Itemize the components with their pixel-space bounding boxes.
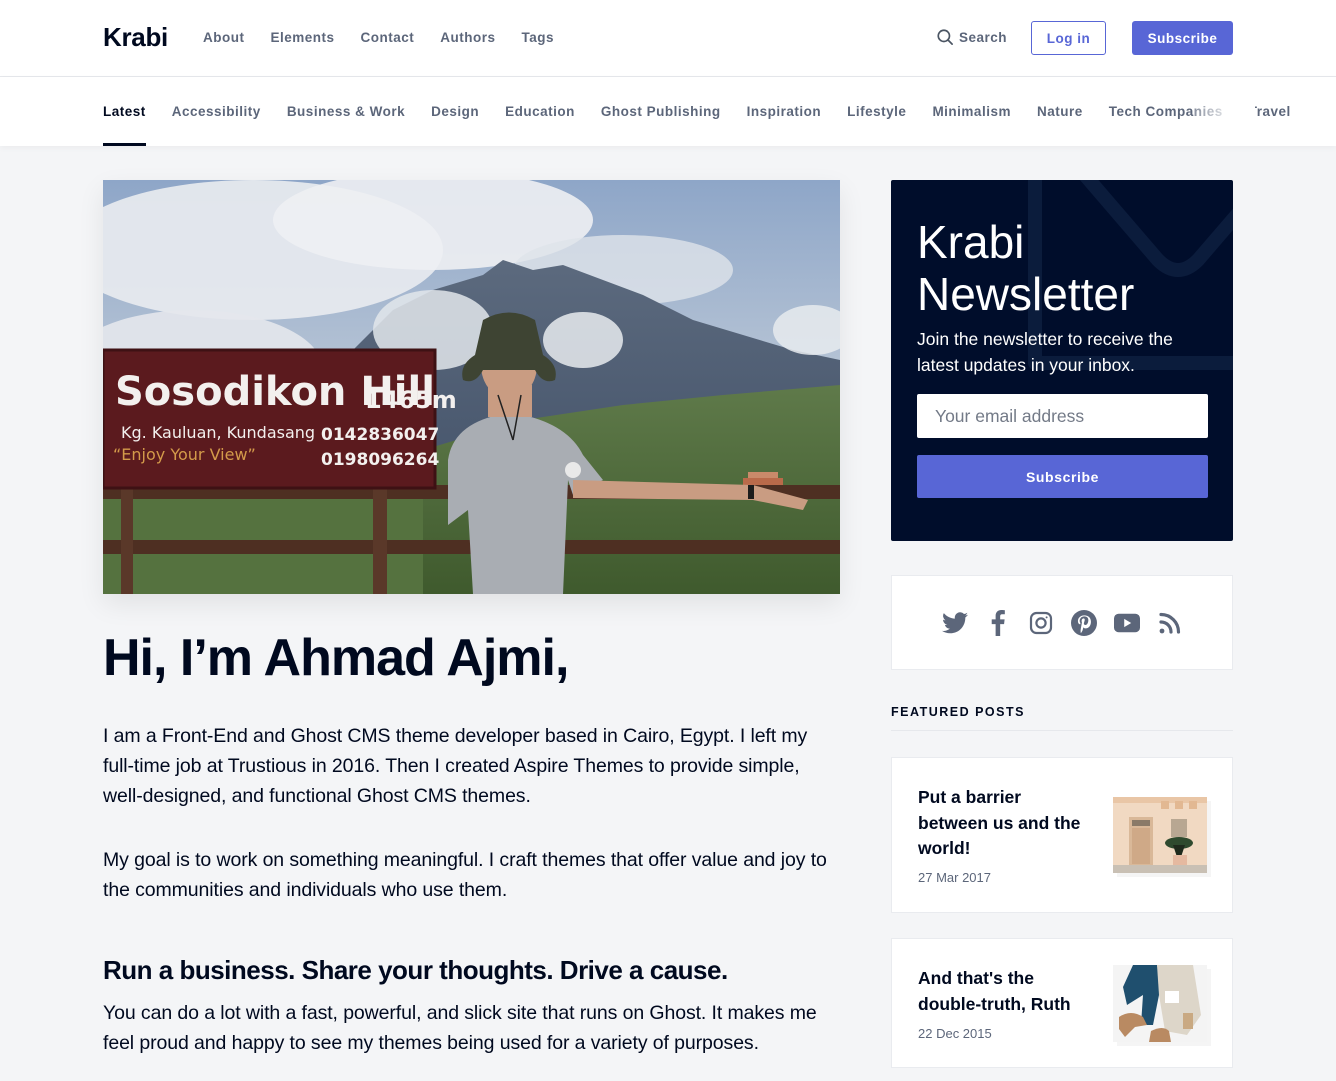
tag-ghost-publishing[interactable]: Ghost Publishing	[601, 77, 721, 146]
facebook-link[interactable]	[985, 609, 1011, 636]
tag-scroll-fade	[1195, 77, 1255, 146]
email-input[interactable]	[917, 394, 1208, 438]
nav-contact[interactable]: Contact	[361, 30, 415, 45]
tag-design[interactable]: Design	[431, 77, 479, 146]
sign-slogan: “Enjoy Your View”	[113, 445, 256, 464]
newsletter-subscribe-button[interactable]: Subscribe	[917, 455, 1208, 498]
search-button[interactable]: Search	[936, 28, 1007, 46]
tag-bar: Latest Accessibility Business & Work Des…	[0, 77, 1336, 146]
newsletter-widget: Krabi Newsletter Join the newsletter to r…	[891, 180, 1233, 541]
tag-list[interactable]: Latest Accessibility Business & Work Des…	[103, 77, 1317, 146]
featured-post-title[interactable]: Put a barrier between us and the world!	[918, 785, 1093, 862]
section-heading: Run a business. Share your thoughts. Dri…	[103, 955, 728, 985]
nav-about[interactable]: About	[203, 30, 244, 45]
hero-image: Sosodikon Hill 1465m Kg. Kauluan, Kundas…	[103, 180, 840, 594]
pinterest-icon	[1070, 609, 1097, 636]
featured-post-card[interactable]: Put a barrier between us and the world! …	[891, 757, 1233, 913]
tag-travel[interactable]: Travel	[1249, 77, 1291, 146]
sign-phone-1: 0142836047	[321, 425, 439, 445]
newsletter-title-line: Krabi	[917, 216, 1025, 268]
featured-post-thumbnail[interactable]	[1113, 965, 1207, 1042]
instagram-link[interactable]	[1028, 610, 1054, 636]
tag-lifestyle[interactable]: Lifestyle	[847, 77, 906, 146]
tag-inspiration[interactable]: Inspiration	[747, 77, 822, 146]
pinterest-link[interactable]	[1070, 609, 1097, 636]
site-logo[interactable]: Krabi	[103, 22, 168, 53]
featured-divider	[891, 730, 1233, 731]
nav-tags[interactable]: Tags	[522, 30, 555, 45]
sign-elevation: 1465m	[365, 386, 457, 414]
tag-accessibility[interactable]: Accessibility	[172, 77, 261, 146]
house-door-image	[1113, 797, 1207, 873]
twitter-icon	[941, 611, 968, 633]
hero-photo: Sosodikon Hill 1465m Kg. Kauluan, Kundas…	[103, 180, 840, 594]
featured-post-date: 27 Mar 2017	[918, 870, 991, 885]
main-nav: About Elements Contact Authors Tags	[203, 30, 580, 45]
intro-paragraph: I am a Front-End and Ghost CMS theme dev…	[103, 725, 808, 807]
rss-icon	[1158, 612, 1180, 634]
ghost-paragraph: You can do a lot with a fast, powerful, …	[103, 1002, 817, 1054]
featured-post-date: 22 Dec 2015	[918, 1026, 992, 1041]
tag-education[interactable]: Education	[505, 77, 575, 146]
tag-latest[interactable]: Latest	[103, 77, 146, 146]
nav-elements[interactable]: Elements	[270, 30, 334, 45]
newsletter-description: Join the newsletter to receive the lates…	[917, 329, 1173, 375]
newsletter-title-line: Newsletter	[917, 268, 1135, 320]
instagram-icon	[1029, 611, 1052, 634]
twitter-link[interactable]	[941, 610, 968, 636]
youtube-icon	[1113, 613, 1140, 632]
featured-post-thumbnail[interactable]	[1113, 797, 1207, 873]
tag-business-work[interactable]: Business & Work	[287, 77, 405, 146]
featured-post-card[interactable]: And that's the double-truth, Ruth 22 Dec…	[891, 938, 1233, 1068]
clothes-flatlay-image	[1113, 965, 1207, 1042]
tag-minimalism[interactable]: Minimalism	[932, 77, 1011, 146]
sign-phone-2: 0198096264	[321, 450, 439, 470]
search-label: Search	[959, 29, 1008, 45]
page-title: Hi, I’m Ahmad Ajmi,	[103, 629, 569, 687]
sign-location: Kg. Kauluan, Kundasang	[121, 423, 315, 442]
featured-post-title[interactable]: And that's the double-truth, Ruth	[918, 966, 1093, 1017]
newsletter-title: Krabi Newsletter	[917, 216, 1134, 320]
login-button[interactable]: Log in	[1031, 21, 1106, 55]
social-links	[891, 575, 1233, 670]
goal-paragraph: My goal is to work on something meaningf…	[103, 849, 827, 901]
subscribe-button[interactable]: Subscribe	[1132, 21, 1233, 55]
search-icon	[937, 29, 953, 45]
youtube-link[interactable]	[1113, 610, 1140, 636]
facebook-icon	[991, 609, 1005, 636]
rss-link[interactable]	[1157, 610, 1183, 636]
nav-authors[interactable]: Authors	[440, 30, 495, 45]
site-header: Krabi About Elements Contact Authors Tag…	[0, 0, 1336, 77]
featured-posts-heading: FEATURED POSTS	[891, 705, 1025, 719]
tag-nature[interactable]: Nature	[1037, 77, 1083, 146]
